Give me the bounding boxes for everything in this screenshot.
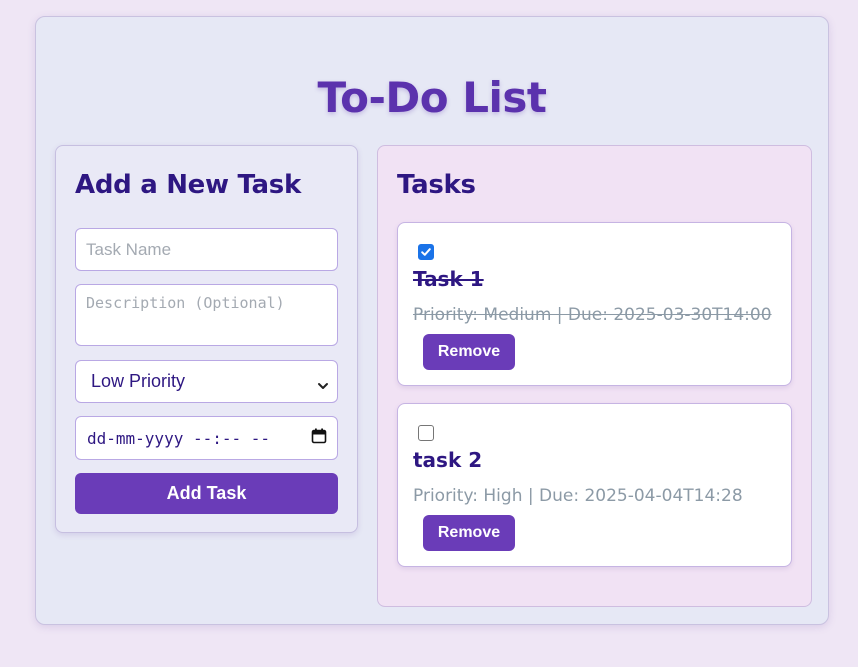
page-title: To-Do List [317,73,547,122]
add-task-heading: Add a New Task [75,170,301,200]
add-task-button[interactable]: Add Task [75,473,338,514]
task-name: Task 1 [413,267,484,291]
task-name-input[interactable] [75,228,338,271]
description-input[interactable] [75,284,338,346]
remove-task-button[interactable]: Remove [423,334,515,370]
due-date-input[interactable]: dd-mm-yyyy --:-- -- [75,416,338,460]
remove-task-button[interactable]: Remove [423,515,515,551]
task-card: task 2 Priority: High | Due: 2025-04-04T… [397,403,792,567]
task-meta: Priority: High | Due: 2025-04-04T14:28 [413,486,743,506]
task-meta: Priority: Medium | Due: 2025-03-30T14:00 [413,305,772,325]
priority-selected-value: Low Priority [91,371,186,391]
todo-app: To-Do List Add a New Task Low Priority d… [35,16,829,625]
tasks-panel: Tasks Task 1 Priority: Medium | Due: 202… [377,145,812,607]
priority-select[interactable]: Low Priority [75,360,338,403]
task-complete-checkbox[interactable] [418,425,434,441]
task-complete-checkbox[interactable] [418,244,434,260]
add-task-panel: Add a New Task Low Priority dd-mm-yyyy -… [55,145,358,533]
due-date-placeholder: dd-mm-yyyy --:-- -- [87,428,271,448]
tasks-heading: Tasks [397,170,476,200]
calendar-icon[interactable] [311,428,327,448]
task-name: task 2 [413,448,483,472]
chevron-down-icon [317,376,329,389]
task-card: Task 1 Priority: Medium | Due: 2025-03-3… [397,222,792,386]
